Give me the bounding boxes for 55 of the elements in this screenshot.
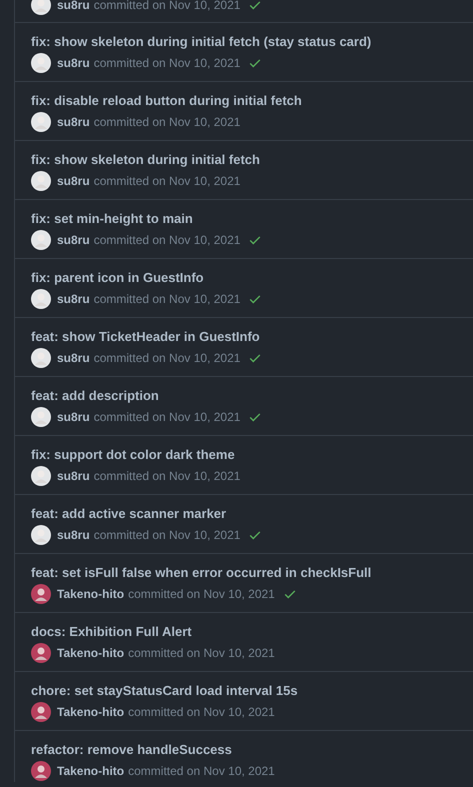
commit-date: committed on Nov 10, 2021 <box>94 232 240 249</box>
author-link[interactable]: su8ru <box>57 0 90 14</box>
commit-title[interactable]: docs: Exhibition Full Alert <box>31 622 465 642</box>
commit-date: committed on Nov 10, 2021 <box>128 704 275 721</box>
commit-title[interactable]: feat: add active scanner marker <box>31 504 465 524</box>
commit-date: committed on Nov 10, 2021 <box>128 645 275 662</box>
commit-title[interactable]: feat: show TicketHeader in GuestInfo <box>31 327 465 347</box>
commit-title[interactable]: feat: add description <box>31 386 465 406</box>
avatar-icon <box>31 466 51 486</box>
avatar-icon <box>31 348 51 368</box>
avatar-icon <box>31 112 51 132</box>
commit-date: committed on Nov 10, 2021 <box>94 468 240 485</box>
commit-title[interactable]: refactor: remove handleSuccess <box>31 740 465 760</box>
commit-date: committed on Nov 10, 2021 <box>94 0 240 14</box>
commit-date: committed on Nov 10, 2021 <box>94 291 240 308</box>
author-link[interactable]: su8ru <box>57 231 90 249</box>
commit-date: committed on Nov 10, 2021 <box>128 586 275 603</box>
author-link[interactable]: su8ru <box>57 172 90 190</box>
avatar-icon <box>31 407 51 427</box>
author-link[interactable]: Takeno-hito <box>57 585 124 603</box>
commit-date: committed on Nov 10, 2021 <box>94 173 240 190</box>
avatar-icon <box>31 289 51 309</box>
author-link[interactable]: su8ru <box>57 113 90 131</box>
commit-date: committed on Nov 10, 2021 <box>94 409 240 426</box>
commit-title[interactable]: fix: show skeleton during initial fetch <box>31 150 465 170</box>
commit-title[interactable]: fix: set min-height to main <box>31 209 465 229</box>
avatar-icon <box>31 643 51 663</box>
commit-date: committed on Nov 10, 2021 <box>128 763 275 780</box>
author-link[interactable]: su8ru <box>57 290 90 308</box>
author-link[interactable]: su8ru <box>57 526 90 544</box>
author-link[interactable]: su8ru <box>57 408 90 426</box>
author-link[interactable]: su8ru <box>57 467 90 485</box>
avatar-icon <box>31 171 51 191</box>
commit-title[interactable]: fix: support dot color dark theme <box>31 445 465 465</box>
commit-date: committed on Nov 10, 2021 <box>94 114 240 131</box>
commit-title[interactable]: chore: set stayStatusCard load interval 15s <box>31 681 465 701</box>
author-link[interactable]: su8ru <box>57 349 90 367</box>
author-link[interactable]: Takeno-hito <box>57 762 124 780</box>
avatar-icon <box>31 761 51 781</box>
avatar-icon <box>31 0 51 15</box>
commit-date: committed on Nov 10, 2021 <box>94 527 240 544</box>
commit-title[interactable]: fix: disable reload button during initial fetch <box>31 91 465 111</box>
avatar-icon <box>31 525 51 545</box>
commit-date: committed on Nov 10, 2021 <box>94 350 240 367</box>
commit-title[interactable]: fix: show skeleton during initial fetch (stay status card) <box>31 32 465 52</box>
commit-title[interactable]: feat: set isFull false when error occurred in checkIsFull <box>31 563 465 583</box>
author-link[interactable]: Takeno-hito <box>57 644 124 662</box>
author-link[interactable]: su8ru <box>57 54 90 72</box>
avatar-icon <box>31 53 51 73</box>
avatar-icon <box>31 230 51 250</box>
commit-title[interactable]: fix: parent icon in GuestInfo <box>31 268 465 288</box>
avatar-icon <box>31 702 51 722</box>
author-link[interactable]: Takeno-hito <box>57 703 124 721</box>
commit-date: committed on Nov 10, 2021 <box>94 55 240 72</box>
avatar-icon <box>31 584 51 604</box>
